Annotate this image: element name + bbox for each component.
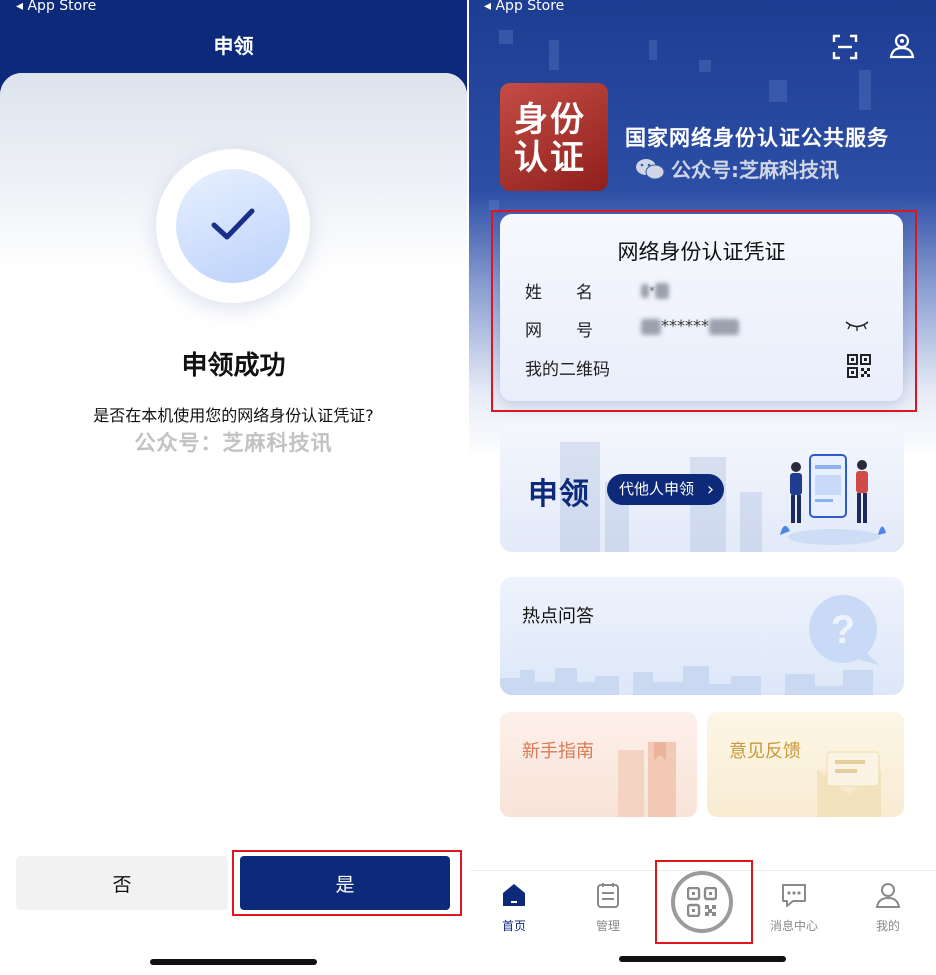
user-icon[interactable] (888, 31, 916, 59)
apply-title: 申领 (528, 477, 590, 512)
success-title: 申领成功 (181, 351, 286, 381)
apply-illustration (780, 454, 886, 545)
content-sheet: 申领成功 是否在本机使用您的网络身份认证凭证? 公众号：芝麻科技讯 否 是 (0, 73, 467, 975)
highlight-box-yes (232, 850, 462, 916)
tab-label: 管理 (595, 919, 620, 933)
book-icon (618, 742, 676, 817)
clipboard-icon (597, 883, 619, 908)
watermark-text: 公众号：芝麻科技讯 (134, 431, 333, 455)
app-logo: 身份 认证 (500, 83, 608, 191)
tab-label: 我的 (875, 919, 900, 933)
watermark-text: 公众号:芝麻科技讯 (671, 158, 839, 182)
wechat-icon (636, 158, 665, 179)
brand-title: 国家网络身份认证公共服务 (625, 126, 889, 150)
check-icon (211, 208, 255, 240)
scan-icon[interactable] (832, 34, 858, 60)
feedback-card[interactable]: 意见反馈 (707, 712, 904, 817)
tab-label: 消息中心 (769, 919, 818, 933)
feedback-title: 意见反馈 (729, 741, 801, 762)
tab-manage[interactable]: 管理 (573, 881, 643, 934)
home-indicator (150, 959, 317, 965)
chevron-right-icon: › (706, 479, 715, 500)
success-badge (156, 149, 310, 303)
highlight-box-qr-tab (655, 860, 753, 944)
question-bubble-icon: ? (809, 595, 879, 665)
home-screen: ◂ App Store 身份 认证 国家网络身份认证公共服务 公众号:芝麻科技讯… (469, 0, 936, 975)
message-icon (782, 884, 806, 907)
tab-home[interactable]: 首页 (479, 881, 549, 934)
nav-title: 申领 (213, 34, 254, 58)
faq-title: 热点问答 (522, 606, 594, 627)
home-icon (503, 884, 525, 906)
person-icon (875, 883, 901, 908)
tab-profile[interactable]: 我的 (853, 881, 923, 934)
proxy-apply-button[interactable]: 代他人申领 › (607, 474, 725, 505)
apply-success-screen: ◂ App Store 申领 申领成功 是否在本机使用您的网络身份认证凭证? 公… (0, 0, 467, 975)
tab-messages[interactable]: 消息中心 (759, 881, 829, 934)
apply-card[interactable]: 申领 代他人申领 › (500, 425, 904, 552)
watermark: 公众号:芝麻科技讯 (635, 154, 839, 183)
highlight-box-credential (491, 210, 917, 412)
svg-text:?: ? (831, 608, 855, 652)
faq-card[interactable]: 热点问答 ? (500, 577, 904, 695)
home-indicator (619, 956, 786, 962)
confirm-question: 是否在本机使用您的网络身份认证凭证? (93, 406, 374, 425)
feedback-envelope-icon (817, 751, 881, 817)
beginner-guide-card[interactable]: 新手指南 (500, 712, 697, 817)
back-to-app-store[interactable]: ◂ App Store (484, 0, 564, 14)
guide-title: 新手指南 (522, 741, 594, 762)
back-to-app-store[interactable]: ◂ App Store (16, 0, 96, 14)
no-button[interactable]: 否 (16, 856, 228, 910)
tab-label: 首页 (501, 919, 526, 933)
